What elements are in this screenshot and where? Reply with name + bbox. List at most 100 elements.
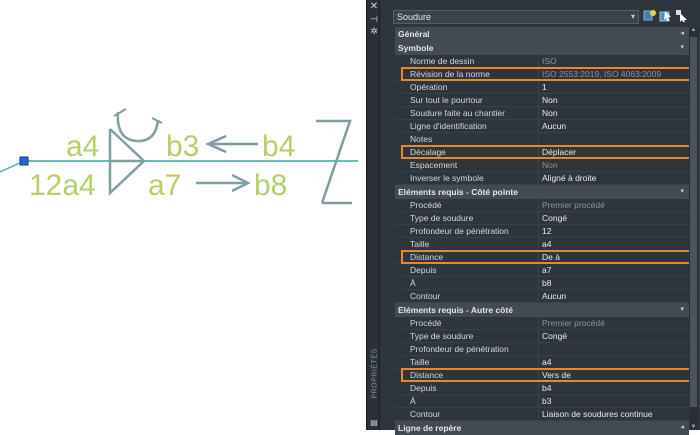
- property-value[interactable]: [538, 343, 691, 355]
- property-value[interactable]: a4: [538, 356, 691, 368]
- property-row[interactable]: Taille a4: [395, 356, 689, 369]
- property-value[interactable]: ISO 2553:2019, ISO 4063:2009: [538, 68, 691, 80]
- tail-symbol: [316, 119, 352, 204]
- property-row[interactable]: Àb3: [395, 395, 689, 408]
- property-row[interactable]: Ligne d'identification Aucun: [395, 120, 689, 133]
- settings-icon[interactable]: ✲: [367, 26, 381, 36]
- property-label: Sur tout le pourtour: [410, 95, 483, 105]
- property-value[interactable]: Aucun: [538, 290, 691, 302]
- palette-menu-icon[interactable]: ▤: [367, 418, 381, 428]
- scroll-down-icon[interactable]: ▼: [689, 424, 698, 430]
- property-value[interactable]: b4: [538, 382, 691, 394]
- property-value[interactable]: Vers de: [538, 369, 691, 381]
- property-row[interactable]: Contour Aucun: [395, 290, 689, 303]
- property-value[interactable]: Premier procédé: [538, 317, 691, 329]
- property-row[interactable]: Àb8: [395, 277, 689, 290]
- properties-toolbar: Soudure ▾: [380, 0, 700, 26]
- property-row[interactable]: Procédé Premier procédé: [395, 317, 689, 330]
- property-value[interactable]: Congé: [538, 212, 691, 224]
- section-header[interactable]: Symbole ▾: [395, 41, 689, 55]
- grip-handle[interactable]: [19, 156, 29, 166]
- property-value[interactable]: Aligné à droite: [538, 172, 691, 184]
- collapse-arrow-icon[interactable]: ▾: [680, 41, 684, 55]
- property-row[interactable]: Révision de la norme ISO 2553:2019, ISO 4…: [395, 67, 691, 81]
- property-row[interactable]: Profondeur de pénétration 12: [395, 225, 689, 238]
- property-row[interactable]: Contour Liaison de soudures continue: [395, 408, 689, 421]
- scrollbar-thumb[interactable]: [690, 37, 697, 407]
- collapse-arrow-icon[interactable]: ▾: [680, 185, 684, 199]
- property-value[interactable]: Liaison de soudures continue: [538, 408, 691, 420]
- property-value[interactable]: Non: [538, 94, 691, 106]
- weld-symbol-drawing: a4 b3 b4 12a4 a7 b8: [0, 108, 358, 205]
- toggle-pickadd-icon[interactable]: [675, 9, 689, 23]
- property-label: Notes: [410, 134, 433, 144]
- property-value[interactable]: a7: [538, 264, 691, 276]
- expand-arrow-icon[interactable]: ◂: [680, 421, 684, 435]
- property-value[interactable]: a4: [538, 238, 691, 250]
- properties-scrollbar[interactable]: ▲ ▼: [689, 27, 698, 430]
- property-row[interactable]: Soudure faite au chantier Non: [395, 107, 689, 120]
- select-objects-icon[interactable]: [659, 9, 673, 23]
- property-label: Distance: [410, 370, 444, 380]
- property-value[interactable]: b8: [538, 277, 691, 289]
- property-label: Type de soudure: [410, 331, 474, 341]
- property-label: Distance: [410, 252, 444, 262]
- property-label: Depuis: [410, 383, 437, 393]
- property-row[interactable]: Sur tout le pourtour Non: [395, 94, 689, 107]
- property-row[interactable]: Distance Vers de: [395, 368, 691, 382]
- property-value[interactable]: Déplacer: [538, 146, 691, 158]
- property-row[interactable]: Décalage Déplacer: [395, 145, 691, 159]
- property-value[interactable]: Aucun: [538, 120, 691, 132]
- property-row[interactable]: Distance De à: [395, 250, 691, 264]
- property-row[interactable]: Inverser le symbole Aligné à droite: [395, 172, 689, 185]
- property-label: Ligne d'identification: [410, 121, 487, 131]
- leader-arrow-line: [0, 161, 23, 173]
- property-value[interactable]: Premier procédé: [538, 199, 691, 211]
- property-value[interactable]: [538, 133, 691, 145]
- object-type-dropdown[interactable]: Soudure ▾: [393, 10, 639, 24]
- object-type-value: Soudure: [397, 12, 432, 22]
- property-row[interactable]: Norme de dessin ISO: [395, 55, 689, 68]
- contour-ticks: [113, 108, 163, 124]
- property-row[interactable]: Opération 1: [395, 81, 689, 94]
- property-label: Espacement: [410, 160, 458, 170]
- depth-size-label: 12a4: [29, 169, 96, 202]
- property-value[interactable]: Congé: [538, 330, 691, 342]
- collapse-arrow-icon[interactable]: ▾: [680, 303, 684, 317]
- arrow-side-from-label: a7: [148, 169, 181, 202]
- pin-icon[interactable]: ⊣: [367, 14, 381, 24]
- property-row[interactable]: Taille a4: [395, 238, 689, 251]
- section-header[interactable]: Eléments requis - Autre côté ▾: [395, 303, 689, 317]
- section-header[interactable]: Ligne de repère ◂: [395, 421, 689, 435]
- expand-arrow-icon[interactable]: ◂: [680, 27, 684, 41]
- quick-select-icon[interactable]: [643, 9, 657, 23]
- property-row[interactable]: Depuis a7: [395, 264, 689, 277]
- property-row[interactable]: Espacement Non: [395, 159, 689, 172]
- properties-panel: Soudure ▾ Général ◂ Symbole ▾ Norme de dessi…: [380, 0, 700, 435]
- property-row[interactable]: Type de soudure Congé: [395, 330, 689, 343]
- section-header[interactable]: Général ◂: [395, 27, 689, 41]
- property-value[interactable]: 12: [538, 225, 691, 237]
- property-row[interactable]: Profondeur de pénétration: [395, 343, 689, 356]
- property-value[interactable]: b3: [538, 395, 691, 407]
- property-row[interactable]: Procédé Premier procédé: [395, 199, 689, 212]
- property-label: Inverser le symbole: [410, 173, 484, 183]
- property-row[interactable]: Type de soudure Congé: [395, 212, 689, 225]
- close-icon[interactable]: ✕: [367, 2, 381, 12]
- property-value[interactable]: De à: [538, 251, 691, 263]
- palette-vertical-title: PROPRIÉTÉS: [371, 348, 379, 399]
- property-row[interactable]: Notes: [395, 133, 689, 146]
- property-label: Procédé: [410, 318, 442, 328]
- property-value[interactable]: Non: [538, 107, 691, 119]
- property-value[interactable]: Non: [538, 159, 691, 171]
- other-side-to-label: b3: [166, 130, 199, 163]
- property-value[interactable]: 1: [538, 81, 691, 93]
- scroll-up-icon[interactable]: ▲: [689, 27, 698, 33]
- property-value[interactable]: ISO: [538, 55, 691, 67]
- section-header[interactable]: Eléments requis - Côté pointe ▾: [395, 185, 689, 199]
- property-row[interactable]: Depuis b4: [395, 382, 689, 395]
- weld-size-label: a4: [66, 130, 99, 163]
- arrow-side-to-label: b8: [254, 169, 287, 202]
- property-label: À: [410, 278, 416, 288]
- drawing-canvas[interactable]: a4 b3 b4 12a4 a7 b8: [0, 0, 366, 430]
